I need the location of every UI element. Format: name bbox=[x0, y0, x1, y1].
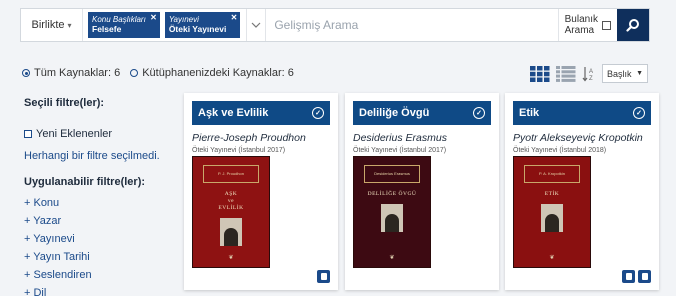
book-cover[interactable]: Desiderius Erasmus DELİLİĞE ÖVGÜ ❦ bbox=[353, 156, 431, 268]
source-filter: Tüm Kaynaklar: 6 Kütüphanenizdeki Kaynak… bbox=[22, 67, 304, 79]
grid-view-icon[interactable] bbox=[530, 65, 550, 82]
chevron-down-icon bbox=[251, 22, 261, 28]
book-author: Pyotr Alekseyeviç Kropotkin bbox=[513, 132, 643, 144]
book-card[interactable]: Etik ✓ Pyotr Alekseyeviç Kropotkin Öteki… bbox=[505, 93, 659, 290]
book-card-header[interactable]: Aşk ve Evlilik ✓ bbox=[192, 101, 330, 125]
book-publisher: Öteki Yayınevi (İstanbul 2017) bbox=[353, 147, 447, 154]
book-publisher: Öteki Yayınevi (İstanbul 2018) bbox=[513, 147, 607, 154]
publisher-logo-icon: ❦ bbox=[228, 255, 234, 261]
scope-dropdown[interactable]: Birlikte ▾ bbox=[21, 9, 83, 41]
book-card[interactable]: Aşk ve Evlilik ✓ Pierre-Joseph Proudhon … bbox=[184, 93, 338, 290]
search-input[interactable] bbox=[266, 9, 558, 41]
cover-series: P. J. Proudhon bbox=[218, 170, 244, 176]
svg-text:A: A bbox=[589, 69, 593, 75]
fuzzy-label-line1: Bulanık bbox=[564, 13, 598, 25]
book-author: Pierre-Joseph Proudhon bbox=[192, 132, 306, 144]
chevron-down-icon: ▾ bbox=[67, 20, 72, 30]
cover-title: DELİLİĞE ÖVGÜ bbox=[368, 191, 417, 198]
filter-narrator[interactable]: + Seslendiren bbox=[24, 269, 174, 281]
chevron-down-icon: ▼ bbox=[636, 70, 643, 77]
book-card-header[interactable]: Etik ✓ bbox=[513, 101, 651, 125]
book-author: Desiderius Erasmus bbox=[353, 132, 447, 144]
scope-label: Birlikte bbox=[31, 19, 65, 31]
filter-chip-subject[interactable]: Konu Başlıkları Felsefe ✕ bbox=[88, 12, 160, 38]
all-sources-label: Tüm Kaynaklar: 6 bbox=[34, 67, 121, 79]
cover-series-frame: P. J. Proudhon bbox=[203, 165, 259, 183]
check-circle-icon[interactable]: ✓ bbox=[473, 107, 485, 119]
cover-title-line: EVLİLİK bbox=[218, 205, 244, 212]
search-button[interactable] bbox=[617, 9, 649, 41]
book-cover[interactable]: P. A. Kropotkin ETİK ❦ bbox=[513, 156, 591, 268]
pdf-icon[interactable] bbox=[638, 270, 651, 283]
filter-language[interactable]: + Dil bbox=[24, 287, 174, 296]
fuzzy-search-toggle[interactable]: Bulanık Arama bbox=[557, 9, 617, 41]
filter-list: + Konu + Yazar + Yayınevi + Yayın Tarihi… bbox=[24, 197, 174, 296]
fuzzy-label-line2: Arama bbox=[564, 25, 595, 36]
filter-publish-date[interactable]: + Yayın Tarihi bbox=[24, 251, 174, 263]
publisher-logo-icon: ❦ bbox=[389, 255, 395, 261]
sort-value: Başlık bbox=[607, 68, 632, 79]
available-filters-title: Uygulanabilir filtre(ler): bbox=[24, 176, 146, 188]
radio-library-sources[interactable]: Kütüphanenizdeki Kaynaklar: 6 bbox=[130, 67, 294, 79]
book-card-header[interactable]: Deliliğe Övgü ✓ bbox=[353, 101, 491, 125]
cover-series-frame: P. A. Kropotkin bbox=[524, 165, 580, 183]
book-title[interactable]: Aşk ve Evlilik bbox=[198, 107, 268, 119]
selected-filters-title: Seçili filtre(ler): bbox=[24, 97, 105, 109]
new-items-filter[interactable]: Yeni Eklenenler bbox=[24, 128, 174, 140]
chip-value: Öteki Yayınevi bbox=[168, 23, 227, 34]
check-circle-icon[interactable]: ✓ bbox=[633, 107, 645, 119]
search-bar: Birlikte ▾ Konu Başlıkları Felsefe ✕ Yay… bbox=[20, 8, 650, 42]
book-cover[interactable]: P. J. Proudhon AŞK ve EVLİLİK ❦ bbox=[192, 156, 270, 268]
radio-icon[interactable] bbox=[130, 69, 139, 77]
fuzzy-checkbox[interactable] bbox=[602, 20, 611, 30]
filter-publisher[interactable]: + Yayınevi bbox=[24, 233, 174, 245]
search-icon bbox=[626, 19, 639, 32]
filter-sidebar: Seçili filtre(ler): Yeni Eklenenler Herh… bbox=[24, 97, 174, 296]
cover-title-line: ETİK bbox=[544, 191, 560, 197]
radio-icon[interactable] bbox=[22, 69, 30, 77]
cover-title: AŞK ve EVLİLİK bbox=[218, 191, 243, 212]
cover-portrait bbox=[381, 204, 403, 233]
pdf-icon[interactable] bbox=[317, 270, 330, 283]
view-controls: A Z Başlık ▼ bbox=[530, 64, 648, 83]
book-title[interactable]: Etik bbox=[519, 107, 539, 119]
radio-all-sources[interactable]: Tüm Kaynaklar: 6 bbox=[22, 67, 120, 79]
chip-dropdown-toggle[interactable] bbox=[246, 9, 267, 41]
sort-select[interactable]: Başlık ▼ bbox=[602, 64, 648, 83]
publisher-logo-icon: ❦ bbox=[549, 255, 555, 261]
new-items-label: Yeni Eklenenler bbox=[36, 128, 113, 140]
close-icon[interactable]: ✕ bbox=[231, 13, 238, 22]
no-filter-text: Herhangi bir filtre seçilmedi. bbox=[24, 150, 160, 162]
book-card[interactable]: Deliliğe Övgü ✓ Desiderius Erasmus Öteki… bbox=[345, 93, 499, 290]
cover-portrait bbox=[541, 204, 563, 233]
close-icon[interactable]: ✕ bbox=[150, 13, 157, 22]
filter-subject[interactable]: + Konu bbox=[24, 197, 174, 209]
cover-title-line: DELİLİĞE ÖVGÜ bbox=[367, 191, 417, 197]
cover-portrait bbox=[220, 218, 242, 247]
book-title[interactable]: Deliliğe Övgü bbox=[359, 107, 429, 119]
filter-chip-publisher[interactable]: Yayınevi Öteki Yayınevi ✕ bbox=[164, 12, 241, 38]
cover-series: Desiderius Erasmus bbox=[374, 170, 410, 176]
book-publisher: Öteki Yayınevi (İstanbul 2017) bbox=[192, 147, 286, 154]
cover-series-frame: Desiderius Erasmus bbox=[364, 165, 420, 183]
pdf-icon[interactable] bbox=[622, 270, 635, 283]
svg-text:Z: Z bbox=[589, 76, 593, 82]
filter-author[interactable]: + Yazar bbox=[24, 215, 174, 227]
new-items-checkbox[interactable] bbox=[24, 130, 32, 138]
cover-title: ETİK bbox=[545, 191, 560, 198]
sort-az-icon[interactable]: A Z bbox=[582, 66, 596, 82]
check-circle-icon[interactable]: ✓ bbox=[312, 107, 324, 119]
chip-value: Felsefe bbox=[92, 23, 122, 34]
list-view-icon[interactable] bbox=[556, 65, 576, 82]
cover-title-line: AŞK bbox=[224, 191, 238, 197]
library-sources-label: Kütüphanenizdeki Kaynaklar: 6 bbox=[142, 67, 294, 79]
cover-series: P. A. Kropotkin bbox=[539, 170, 565, 176]
